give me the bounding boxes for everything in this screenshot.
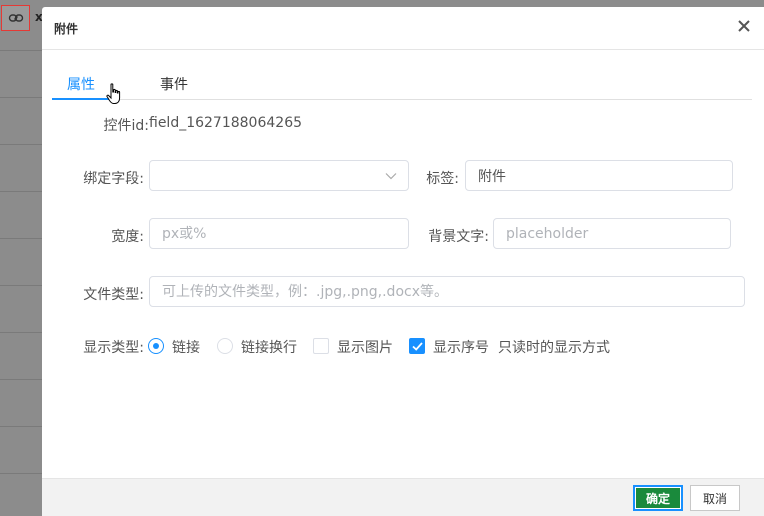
dialog-title: 附件 <box>54 22 79 36</box>
file-type-label: 文件类型: <box>83 287 144 303</box>
control-id-value: field_1627188064265 <box>149 115 303 131</box>
bg-row-divider <box>0 191 42 192</box>
confirm-button[interactable]: 确定 <box>633 485 683 511</box>
tab-properties[interactable]: 属性 <box>67 74 95 94</box>
tag-label: 标签: <box>426 171 459 187</box>
bg-row-divider <box>0 379 42 380</box>
close-icon[interactable] <box>736 18 752 34</box>
check-icon <box>412 342 423 351</box>
bind-field-label: 绑定字段: <box>83 171 144 187</box>
option-show-image[interactable] <box>313 338 329 354</box>
link-icon[interactable] <box>1 5 30 31</box>
background-app <box>0 0 42 516</box>
bg-text-input[interactable] <box>493 218 731 249</box>
bg-row-divider <box>0 426 42 427</box>
tag-input[interactable] <box>465 160 733 191</box>
bg-row-divider <box>0 50 42 51</box>
bg-row-divider <box>0 97 42 98</box>
show-index-hint: 只读时的显示方式 <box>498 340 610 356</box>
cancel-button[interactable]: 取消 <box>690 485 740 511</box>
attachment-dialog: 附件 属性 事件 控件id: field_1627188064265 绑定字段:… <box>42 7 764 516</box>
bg-row-divider <box>0 332 42 333</box>
bg-row-divider <box>0 473 42 474</box>
bg-row-divider <box>0 144 42 145</box>
bg-row-divider <box>0 238 42 239</box>
width-input[interactable] <box>149 218 409 249</box>
radio-link-newline[interactable] <box>217 338 233 354</box>
tab-bar: 属性 事件 <box>52 65 752 104</box>
bind-field-input[interactable] <box>149 160 409 191</box>
bg-text-label: 背景文字: <box>428 229 489 245</box>
width-label: 宽度: <box>111 229 144 245</box>
chevron-down-icon <box>385 173 397 180</box>
radio-link-newline-label[interactable]: 链接换行 <box>241 337 297 357</box>
dialog-header: 附件 <box>42 7 764 50</box>
bg-row-divider <box>0 285 42 286</box>
hand-cursor-icon <box>106 83 121 104</box>
active-tab-indicator <box>52 98 113 100</box>
show-index-checkbox[interactable] <box>409 338 425 354</box>
display-type-label: 显示类型: <box>83 340 144 356</box>
radio-link-label[interactable]: 链接 <box>172 337 200 357</box>
show-index-label[interactable]: 显示序号 <box>433 337 489 357</box>
file-type-input[interactable] <box>149 276 745 307</box>
control-id-label: 控件id: <box>103 118 150 134</box>
radio-link[interactable] <box>148 338 164 354</box>
dialog-footer: 确定 取消 <box>42 478 764 516</box>
tab-events[interactable]: 事件 <box>160 74 188 94</box>
option-show-image-label[interactable]: 显示图片 <box>337 337 393 357</box>
